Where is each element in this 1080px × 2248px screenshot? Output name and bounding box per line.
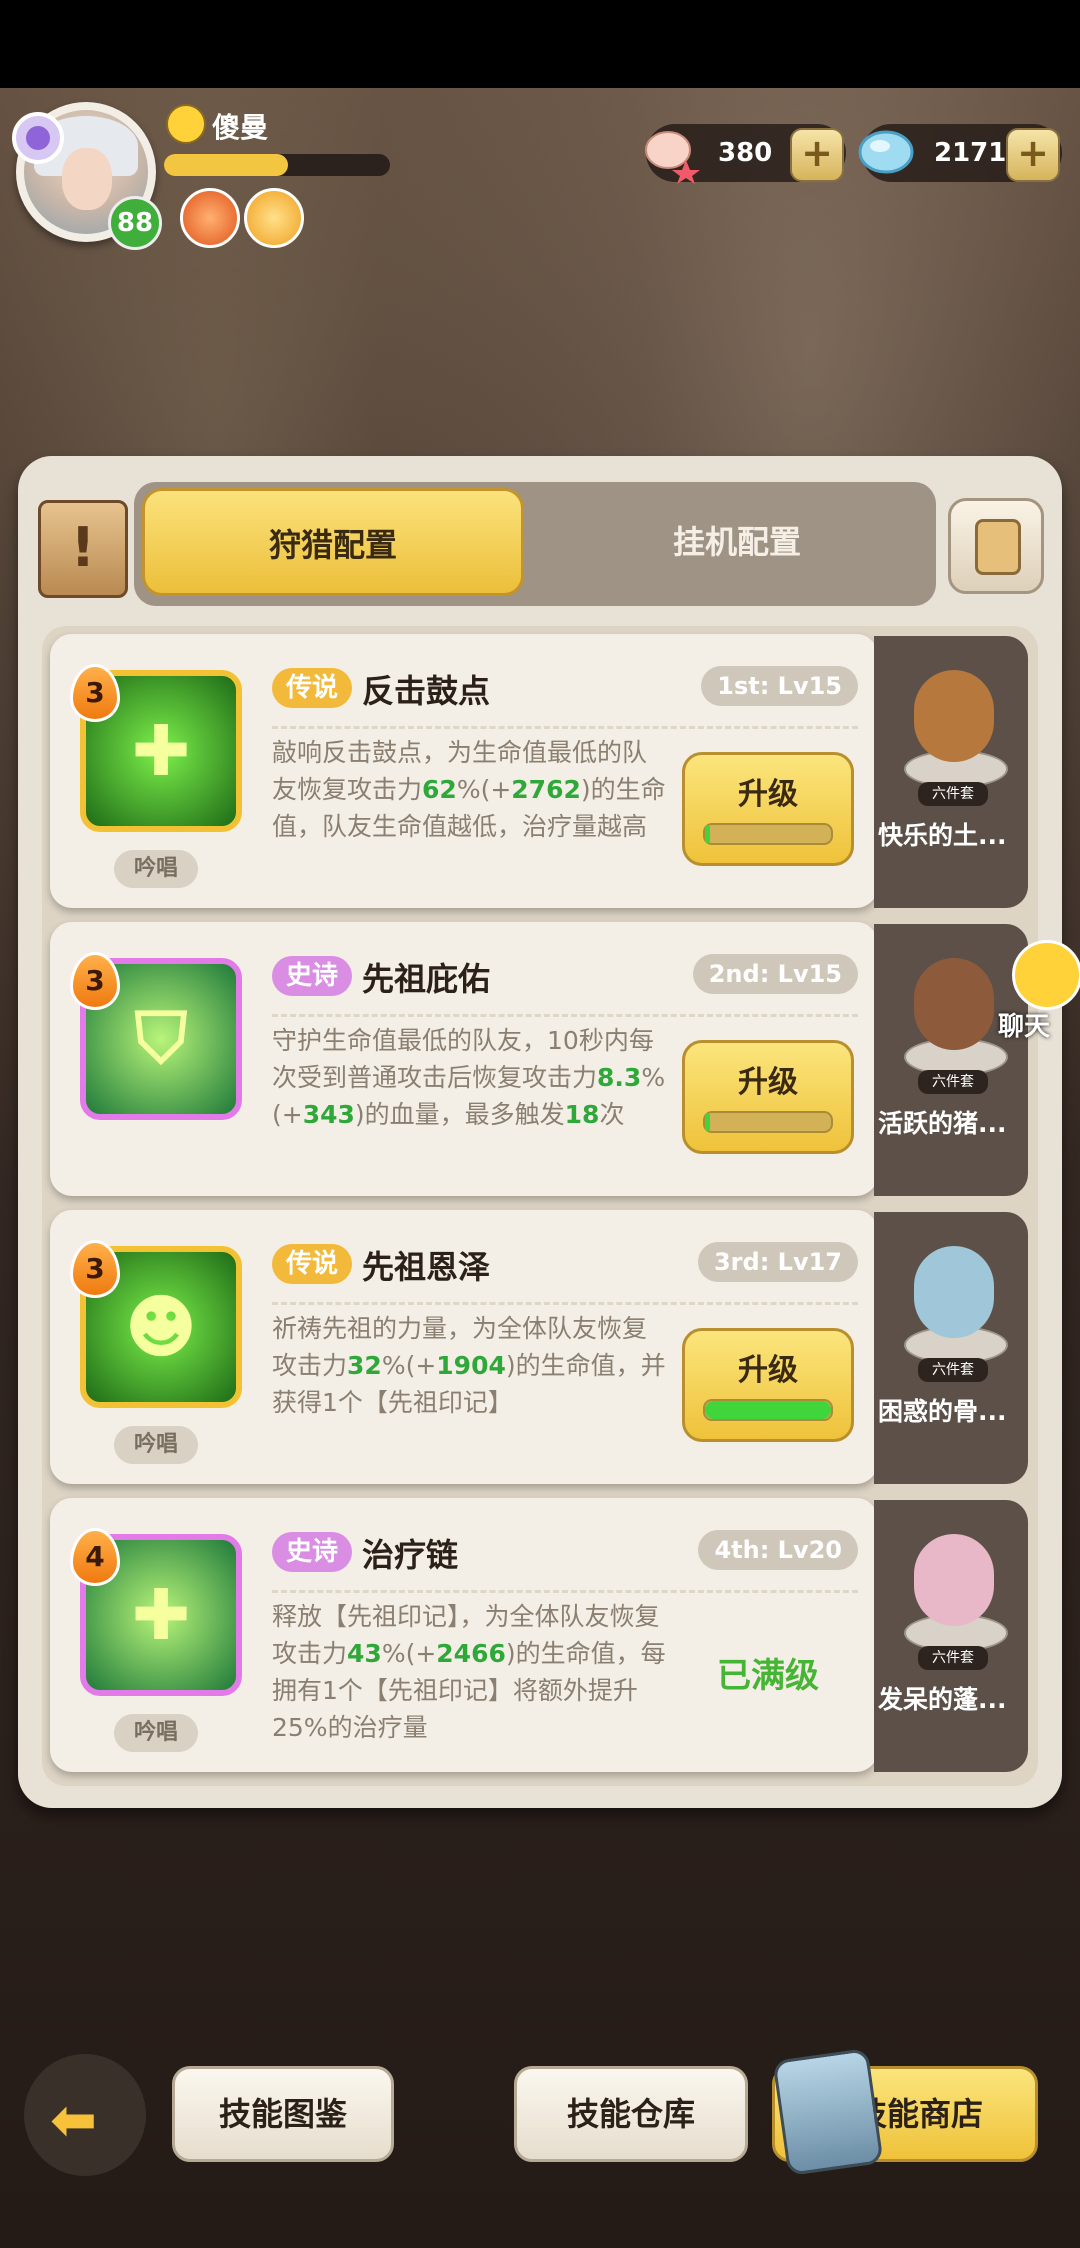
set-figure	[904, 650, 1008, 790]
set-card[interactable]: 六件套 困惑的骨...	[874, 1212, 1028, 1484]
skull-badge-icon[interactable]	[180, 188, 240, 248]
tab-idle-config[interactable]: 挂机配置	[544, 488, 930, 596]
set-name: 困惑的骨...	[878, 1397, 1007, 1426]
rarity-badge: 史诗	[272, 1532, 353, 1572]
chat-label: 聊天	[998, 1012, 1051, 1042]
skill-name: 反击鼓点	[362, 672, 491, 710]
set-figure	[904, 938, 1008, 1078]
skill-name: 先祖恩泽	[362, 1248, 491, 1286]
tab-hunt-config[interactable]: 狩猎配置	[142, 488, 524, 596]
back-button[interactable]: ⬅	[24, 2054, 146, 2176]
card-pack-icon	[772, 2047, 884, 2177]
skill-card[interactable]: 3 ⛉ 史诗 先祖庇佑 2nd: Lv15 守护生命值最低的队友，10秒内每次受…	[50, 922, 878, 1196]
set-tag: 六件套	[918, 1358, 988, 1382]
skill-card[interactable]: 3 ☻ 吟唱 传说 先祖恩泽 3rd: Lv17 祈祷先祖的力量，为全体队友恢复…	[50, 1210, 878, 1484]
set-card[interactable]: 六件套 快乐的土...	[874, 636, 1028, 908]
chat-bubble-icon	[1012, 940, 1080, 1010]
skill-description: 敲响反击鼓点，为生命值最低的队友恢复攻击力62%(+2762)的生命值，队友生命…	[272, 738, 666, 841]
upgrade-button[interactable]: 升级	[682, 1040, 854, 1154]
status-bar	[0, 0, 1080, 88]
slot-level-tag: 3rd: Lv17	[697, 1242, 858, 1282]
skill-card[interactable]: 4 ✚ 吟唱 史诗 治疗链 4th: Lv20 释放【先祖印记】，为全体队友恢复…	[50, 1498, 878, 1772]
scroll-icon[interactable]: !	[38, 500, 128, 598]
shell-amount: 380	[718, 138, 773, 168]
swirl-badge-icon[interactable]	[244, 188, 304, 248]
set-tag: 六件套	[918, 1646, 988, 1670]
rarity-badge: 传说	[272, 1244, 353, 1284]
set-tag: 六件套	[918, 1070, 988, 1094]
set-card[interactable]: 六件套 活跃的猪...	[874, 924, 1028, 1196]
chant-tag: 吟唱	[114, 1426, 198, 1464]
xp-bar	[164, 154, 390, 176]
skill-description: 释放【先祖印记】，为全体队友恢复攻击力43%(+2466)的生命值，每拥有1个【…	[272, 1602, 666, 1742]
set-name: 快乐的土...	[878, 821, 1007, 850]
rarity-badge: 传说	[272, 668, 353, 708]
slot-level-tag: 1st: Lv15	[701, 666, 858, 706]
vip-badge-icon	[12, 112, 64, 164]
set-name: 活跃的猪...	[878, 1109, 1007, 1138]
skill-description: 祈祷先祖的力量，为全体队友恢复攻击力32%(+1904)的生命值，并获得1个【先…	[272, 1314, 666, 1417]
upgrade-button[interactable]: 升级	[682, 752, 854, 866]
set-figure	[904, 1226, 1008, 1366]
upgrade-progress	[703, 823, 833, 845]
slot-level-tag: 4th: Lv20	[698, 1530, 858, 1570]
set-figure	[904, 1514, 1008, 1654]
rarity-badge: 史诗	[272, 956, 353, 996]
level-badge: 88	[108, 196, 162, 250]
hand-icon	[975, 519, 1021, 575]
upgrade-button[interactable]: 升级	[682, 1328, 854, 1442]
xp-fill	[164, 154, 289, 176]
pearl-currency: 217150 +	[858, 124, 1062, 182]
add-pearl-button[interactable]: +	[1006, 128, 1060, 182]
skill-description: 守护生命值最低的队友，10秒内每次受到普通攻击后恢复攻击力8.3%(+343)的…	[272, 1026, 666, 1129]
upgrade-progress	[703, 1111, 833, 1133]
player-name: 傻曼	[212, 111, 269, 144]
chant-tag: 吟唱	[114, 850, 198, 888]
add-shell-button[interactable]: +	[790, 128, 844, 182]
skill-card[interactable]: 3 ✚ 吟唱 传说 反击鼓点 1st: Lv15 敲响反击鼓点，为生命值最低的队…	[50, 634, 878, 908]
back-arrow-icon: ⬅	[50, 2088, 97, 2153]
shell-icon	[645, 131, 700, 184]
emote-icon	[166, 104, 206, 144]
chat-button[interactable]: 聊天	[998, 940, 1080, 1050]
skill-name: 先祖庇佑	[362, 960, 491, 998]
config-tabs: 狩猎配置 挂机配置	[134, 482, 936, 606]
skill-gallery-button[interactable]: 技能图鉴	[172, 2066, 394, 2162]
set-tag: 六件套	[918, 782, 988, 806]
skill-name: 治疗链	[362, 1536, 459, 1574]
max-level-label: 已满级	[717, 1656, 819, 1696]
chant-tag: 吟唱	[114, 1714, 198, 1752]
shell-currency: 380 +	[645, 124, 846, 184]
upgrade-progress	[703, 1399, 833, 1421]
guide-button[interactable]	[948, 498, 1044, 594]
set-card[interactable]: 六件套 发呆的蓬...	[874, 1500, 1028, 1772]
pearl-icon	[858, 130, 914, 174]
set-name: 发呆的蓬...	[878, 1685, 1007, 1714]
skill-warehouse-button[interactable]: 技能仓库	[514, 2066, 748, 2162]
slot-level-tag: 2nd: Lv15	[692, 954, 858, 994]
